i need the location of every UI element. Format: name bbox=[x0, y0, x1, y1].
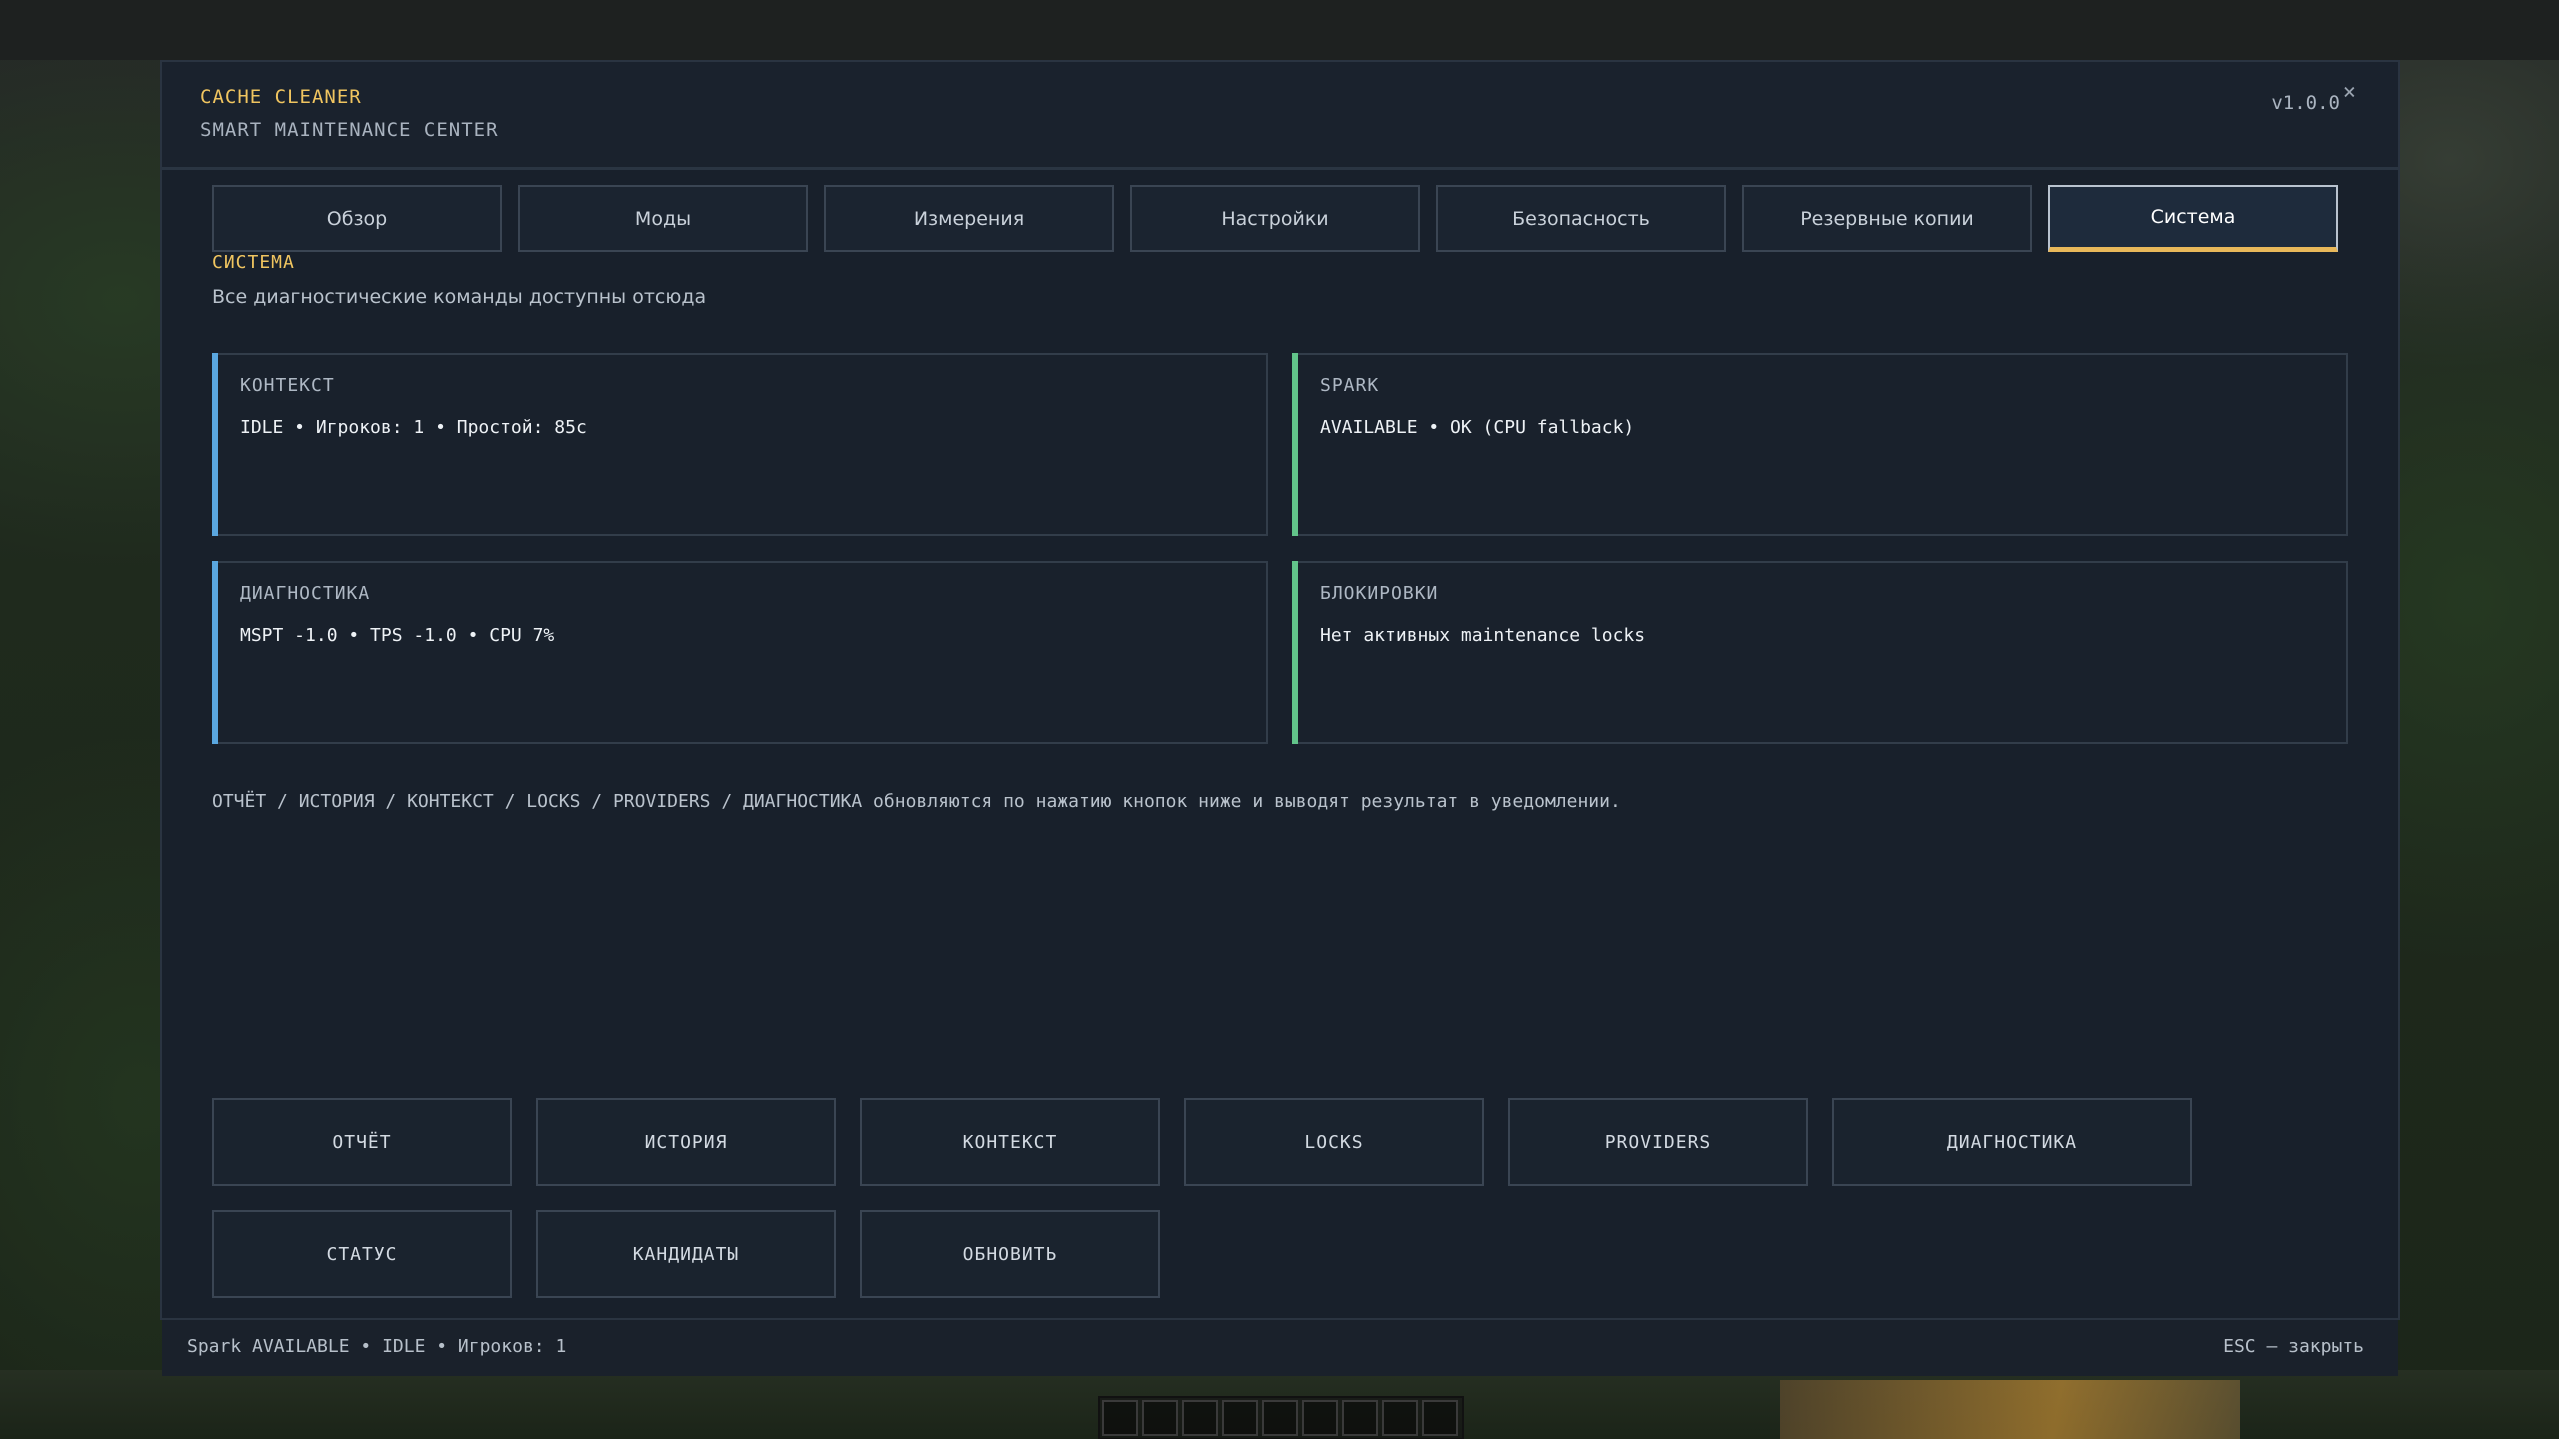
maintenance-panel: CACHE CLEANER SMART MAINTENANCE CENTER v… bbox=[160, 60, 2400, 1376]
tab-settings[interactable]: Настройки bbox=[1130, 185, 1420, 252]
card-title: SPARK bbox=[1320, 375, 1380, 396]
refresh-button[interactable]: ОБНОВИТЬ bbox=[860, 1210, 1160, 1298]
app-subtitle: SMART MAINTENANCE CENTER bbox=[200, 119, 499, 141]
locks-button[interactable]: LOCKS bbox=[1184, 1098, 1484, 1186]
hotbar-slot bbox=[1182, 1400, 1218, 1436]
tab-overview[interactable]: Обзор bbox=[212, 185, 502, 252]
diagnostics-button[interactable]: ДИАГНОСТИКА bbox=[1832, 1098, 2192, 1186]
tab-dimensions[interactable]: Измерения bbox=[824, 185, 1114, 252]
app-title: CACHE CLEANER bbox=[200, 86, 362, 108]
world-ground-patch bbox=[1780, 1380, 2240, 1439]
card-accent-bar bbox=[212, 561, 218, 744]
card-title: БЛОКИРОВКИ bbox=[1320, 583, 1439, 604]
hotbar-slot bbox=[1302, 1400, 1338, 1436]
locks-card: БЛОКИРОВКИ Нет активных maintenance lock… bbox=[1292, 561, 2348, 744]
footer-esc-hint: ESC — закрыть bbox=[2223, 1336, 2364, 1357]
card-accent-bar bbox=[1292, 561, 1298, 744]
section-title: СИСТЕМА bbox=[212, 252, 295, 273]
card-value: Нет активных maintenance locks bbox=[1320, 625, 1646, 646]
footer-status: Spark AVAILABLE • IDLE • Игроков: 1 bbox=[187, 1336, 567, 1357]
hotbar-slot bbox=[1102, 1400, 1138, 1436]
history-button[interactable]: ИСТОРИЯ bbox=[536, 1098, 836, 1186]
hotbar bbox=[1098, 1396, 1464, 1439]
context-button[interactable]: КОНТЕКСТ bbox=[860, 1098, 1160, 1186]
info-note: ОТЧЁТ / ИСТОРИЯ / КОНТЕКСТ / LOCKS / PRO… bbox=[212, 791, 1621, 812]
card-title: ДИАГНОСТИКА bbox=[240, 583, 371, 604]
spark-card: SPARK AVAILABLE • OK (CPU fallback) bbox=[1292, 353, 2348, 536]
hotbar-slot bbox=[1262, 1400, 1298, 1436]
tab-system[interactable]: Система bbox=[2048, 185, 2338, 252]
context-card: КОНТЕКСТ IDLE • Игроков: 1 • Простой: 85… bbox=[212, 353, 1268, 536]
tab-backups[interactable]: Резервные копии bbox=[1742, 185, 2032, 252]
version-label: v1.0.0 bbox=[2271, 92, 2340, 114]
tab-mods[interactable]: Моды bbox=[518, 185, 808, 252]
card-accent-bar bbox=[212, 353, 218, 536]
card-value: IDLE • Игроков: 1 • Простой: 85с bbox=[240, 417, 587, 438]
status-button[interactable]: СТАТУС bbox=[212, 1210, 512, 1298]
hotbar-slot bbox=[1382, 1400, 1418, 1436]
providers-button[interactable]: PROVIDERS bbox=[1508, 1098, 1808, 1186]
tab-bar: Обзор Моды Измерения Настройки Безопасно… bbox=[212, 185, 2338, 252]
panel-header: CACHE CLEANER SMART MAINTENANCE CENTER v… bbox=[162, 62, 2398, 170]
section-description: Все диагностические команды доступны отс… bbox=[212, 286, 707, 308]
hotbar-slot bbox=[1422, 1400, 1458, 1436]
hotbar-slot bbox=[1222, 1400, 1258, 1436]
candidates-button[interactable]: КАНДИДАТЫ bbox=[536, 1210, 836, 1298]
card-accent-bar bbox=[1292, 353, 1298, 536]
card-title: КОНТЕКСТ bbox=[240, 375, 335, 396]
hotbar-slot bbox=[1142, 1400, 1178, 1436]
card-value: AVAILABLE • OK (CPU fallback) bbox=[1320, 417, 1635, 438]
tab-security[interactable]: Безопасность bbox=[1436, 185, 1726, 252]
hotbar-slot bbox=[1342, 1400, 1378, 1436]
close-icon[interactable]: × bbox=[2343, 80, 2356, 105]
diagnostics-card: ДИАГНОСТИКА MSPT -1.0 • TPS -1.0 • CPU 7… bbox=[212, 561, 1268, 744]
card-value: MSPT -1.0 • TPS -1.0 • CPU 7% bbox=[240, 625, 555, 646]
world-sky-strip bbox=[0, 0, 2559, 60]
report-button[interactable]: ОТЧЁТ bbox=[212, 1098, 512, 1186]
